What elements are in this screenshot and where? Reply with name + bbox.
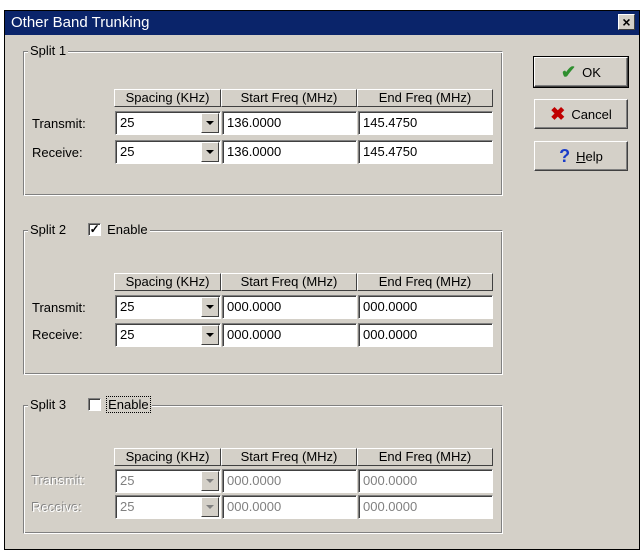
split-1-group: Split 1 Spacing (KHz) Start Freq (MHz) E…: [23, 43, 503, 196]
combo-value: 25: [120, 473, 135, 488]
combo-value: 25: [120, 499, 135, 514]
split-1-receive-end-freq-input[interactable]: 145.4750: [358, 140, 493, 164]
split-2-transmit-end-freq-input[interactable]: 000.0000: [358, 295, 493, 319]
check-icon[interactable]: ✓: [88, 223, 102, 236]
split-2-legend: Split 2 ✓ Enable: [28, 222, 150, 237]
cancel-button[interactable]: ✖ Cancel: [534, 99, 628, 129]
split-2-receive-spacing-combo[interactable]: 25: [115, 323, 221, 347]
split-1-label: Split 1: [30, 43, 67, 58]
split-2-label: Split 2: [30, 222, 67, 237]
receive-label: Receive:: [32, 145, 83, 160]
checkmark-icon: ✔: [561, 61, 577, 82]
split-3-transmit-end-freq-input: 000.0000: [358, 469, 493, 493]
receive-label: Receive:: [32, 327, 83, 342]
ok-button[interactable]: ✔ OK: [533, 56, 629, 88]
split-2-receive-end-freq-input[interactable]: 000.0000: [358, 323, 493, 347]
chevron-down-icon: [201, 497, 219, 517]
combo-value: 25: [120, 327, 135, 342]
transmit-label: Transmit:: [32, 300, 86, 315]
chevron-down-icon[interactable]: [201, 113, 219, 133]
end-freq-column-header: End Freq (MHz): [357, 273, 493, 291]
split-1-receive-start-freq-input[interactable]: 136.0000: [222, 140, 357, 164]
split-1-receive-spacing-combo[interactable]: 25: [115, 140, 221, 164]
start-freq-column-header: Start Freq (MHz): [221, 273, 357, 291]
cancel-label: Cancel: [571, 106, 612, 122]
close-icon: ×: [622, 14, 631, 30]
split-1-transmit-spacing-combo[interactable]: 25: [115, 111, 221, 135]
chevron-down-icon[interactable]: [201, 325, 219, 345]
spacing-column-header: Spacing (KHz): [114, 448, 221, 466]
split-3-receive-end-freq-input: 000.0000: [358, 495, 493, 519]
help-label: Help: [576, 149, 603, 164]
end-freq-column-header: End Freq (MHz): [357, 89, 493, 107]
split-2-enable-label[interactable]: Enable: [107, 222, 147, 237]
transmit-label: Transmit:: [32, 473, 86, 488]
spacing-column-header: Spacing (KHz): [114, 89, 221, 107]
chevron-down-icon[interactable]: [201, 297, 219, 317]
end-freq-column-header: End Freq (MHz): [357, 448, 493, 466]
help-mnemonic: H: [576, 148, 586, 164]
split-3-transmit-start-freq-input: 000.0000: [222, 469, 357, 493]
split-3-receive-spacing-combo: 25: [115, 495, 221, 519]
chevron-down-icon[interactable]: [201, 142, 219, 162]
split-2-transmit-spacing-combo[interactable]: 25: [115, 295, 221, 319]
help-button[interactable]: ? Help: [534, 141, 628, 171]
split-3-transmit-spacing-combo: 25: [115, 469, 221, 493]
combo-value: 25: [120, 299, 135, 314]
split-2-receive-start-freq-input[interactable]: 000.0000: [222, 323, 357, 347]
transmit-label: Transmit:: [32, 116, 86, 131]
window-title: Other Band Trunking: [11, 14, 150, 31]
split-3-group: Split 3 Enable Spacing (KHz) Start Freq …: [23, 396, 503, 534]
start-freq-column-header: Start Freq (MHz): [221, 89, 357, 107]
split-3-legend: Split 3 Enable: [28, 396, 152, 413]
other-band-trunking-dialog: Other Band Trunking × Split 1 Spacing (K…: [4, 10, 640, 550]
split-3-label: Split 3: [30, 397, 67, 412]
chevron-down-icon: [201, 471, 219, 491]
question-icon: ?: [559, 145, 571, 166]
help-label-rest: elp: [585, 148, 603, 164]
spacing-column-header: Spacing (KHz): [114, 273, 221, 291]
split-3-receive-start-freq-input: 000.0000: [222, 495, 357, 519]
split-2-group: Split 2 ✓ Enable Spacing (KHz) Start Fre…: [23, 222, 503, 375]
split-3-enable-checkbox[interactable]: Enable: [88, 396, 151, 413]
split-1-legend: Split 1: [28, 43, 69, 58]
split-1-transmit-end-freq-input[interactable]: 145.4750: [358, 111, 493, 135]
combo-value: 25: [120, 144, 135, 159]
split-2-enable-checkbox[interactable]: ✓ Enable: [88, 222, 148, 237]
start-freq-column-header: Start Freq (MHz): [221, 448, 357, 466]
ok-label: OK: [582, 64, 601, 80]
checkbox-icon[interactable]: [88, 398, 102, 411]
receive-label: Receive:: [32, 500, 83, 515]
title-bar: Other Band Trunking ×: [5, 11, 639, 35]
split-3-enable-label[interactable]: Enable: [106, 396, 151, 413]
combo-value: 25: [120, 115, 135, 130]
split-1-transmit-start-freq-input[interactable]: 136.0000: [222, 111, 357, 135]
split-2-transmit-start-freq-input[interactable]: 000.0000: [222, 295, 357, 319]
x-icon: ✖: [550, 103, 566, 124]
close-button[interactable]: ×: [618, 14, 635, 30]
